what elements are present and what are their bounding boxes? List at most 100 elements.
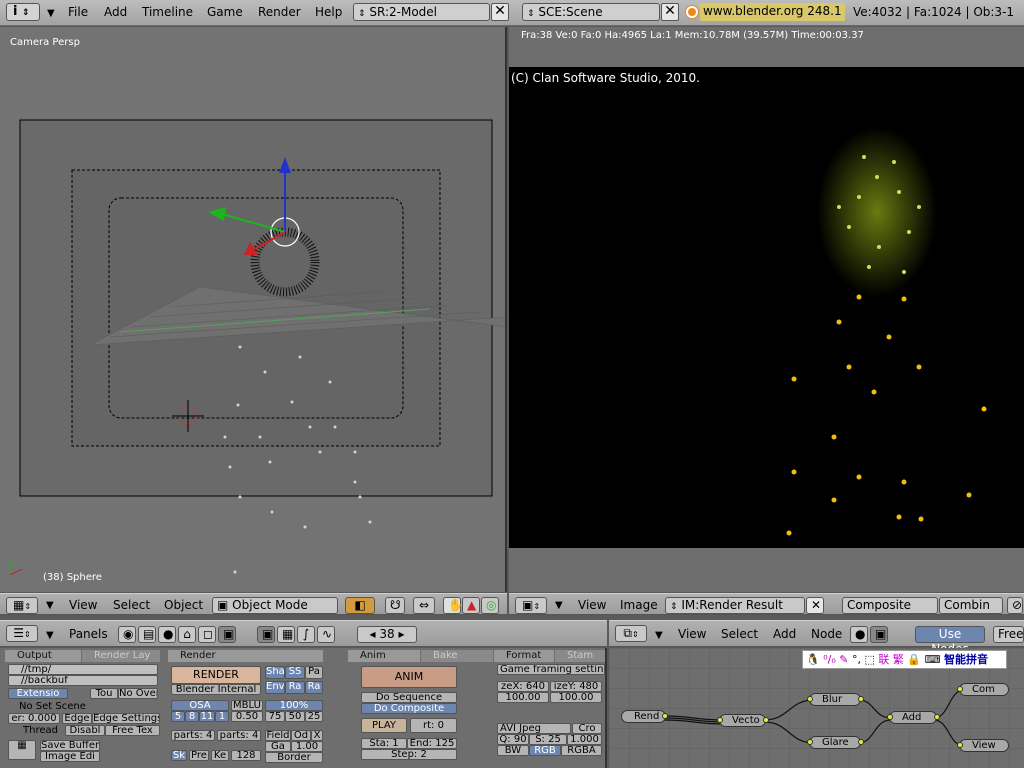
world-sub-icon[interactable]: ∿ (317, 626, 335, 643)
menu-render[interactable]: Render (258, 5, 301, 19)
hand-manipulator-icon[interactable]: ✋ (443, 597, 463, 614)
osa-8[interactable]: 8 (185, 711, 199, 722)
mblur-toggle[interactable]: MBLU (231, 700, 263, 711)
object-context-icon[interactable]: ⌂ (178, 626, 196, 643)
crop-toggle[interactable]: Cro (572, 723, 602, 734)
image-selector[interactable]: ⇕ IM:Render Result (665, 597, 805, 614)
bake-tab[interactable]: Bake (421, 650, 493, 662)
rgb-toggle[interactable]: RGB (529, 745, 561, 756)
socket[interactable] (957, 742, 963, 748)
composite-selector[interactable]: Composite (842, 597, 938, 614)
menu-file[interactable]: File (68, 5, 88, 19)
format-tab[interactable]: Format (494, 650, 554, 662)
socket[interactable] (763, 717, 769, 723)
filter-type[interactable]: Ga (265, 741, 291, 752)
menu-view[interactable]: View (578, 598, 606, 612)
menu-timeline[interactable]: Timeline (142, 5, 193, 19)
shadows-toggle[interactable]: Sha (265, 666, 285, 679)
sound-sub-icon[interactable]: ∫ (297, 626, 315, 643)
translate-manipulator-icon[interactable]: ▲ (462, 597, 480, 614)
menu-help[interactable]: Help (315, 5, 342, 19)
game-framing-button[interactable]: Game framing setting (497, 664, 605, 675)
tile-size-field[interactable]: 128 (231, 750, 261, 761)
shading-context-icon[interactable]: ● (158, 626, 176, 643)
x-toggle[interactable]: X (311, 730, 323, 741)
play-button[interactable]: PLAY (361, 718, 407, 733)
pin-icon[interactable]: ⊘ (1007, 597, 1023, 614)
screen-delete-button[interactable]: ✕ (491, 3, 509, 21)
image-close-button[interactable]: ✕ (806, 597, 824, 614)
socket[interactable] (858, 739, 864, 745)
socket[interactable] (807, 696, 813, 702)
edge-toggle[interactable]: Edge (62, 713, 92, 724)
render-tab[interactable]: Render (168, 650, 323, 662)
no-overwrite-toggle[interactable]: No Over (118, 688, 158, 699)
rt-field[interactable]: rt: 0 (410, 718, 457, 733)
menu-select[interactable]: Select (721, 627, 758, 641)
scene-selector[interactable]: ⇕ SCE:Scene (522, 3, 660, 21)
viewer-node[interactable]: View (959, 739, 1009, 752)
sky-toggle[interactable]: Sk (171, 750, 187, 761)
edge-settings-button[interactable]: Edge Settings (92, 713, 160, 724)
render-layers-node[interactable]: Rend (621, 710, 666, 723)
backbuf-path-field[interactable]: //backbuf (8, 675, 158, 686)
info-window-icon[interactable]: i ⇕ (6, 3, 40, 21)
size-y-field[interactable]: izeY: 480 (550, 681, 602, 692)
stamp-tab[interactable]: Stam (555, 650, 605, 662)
image-editor[interactable]: Fra:38 Ve:0 Fa:0 Ha:4965 La:1 Mem:10.78M… (509, 27, 1024, 592)
end-frame-field[interactable]: End: 125 (407, 738, 457, 749)
fields-toggle[interactable]: Field (265, 730, 291, 741)
socket[interactable] (662, 713, 668, 719)
script-context-icon[interactable]: ▤ (138, 626, 156, 643)
percent-25[interactable]: 25 (305, 711, 323, 722)
combine-selector[interactable]: Combin (939, 597, 1003, 614)
do-sequence-toggle[interactable]: Do Sequence (361, 692, 457, 703)
menu-image[interactable]: Image (620, 598, 658, 612)
editor-type-grid-icon[interactable]: ▦⇕ (6, 597, 38, 614)
render-layers-tab[interactable]: Render Lay (82, 650, 160, 662)
output-path-field[interactable]: //tmp/ (8, 664, 158, 675)
header-collapse-icon[interactable]: ▼ (46, 600, 54, 611)
viewport-scene[interactable] (0, 27, 507, 592)
step-field[interactable]: Step: 2 (361, 749, 457, 760)
mode-selector[interactable]: ▣ Object Mode (212, 597, 338, 614)
snap-icon[interactable]: ⇔ (413, 597, 435, 614)
border-toggle[interactable]: Border (265, 752, 323, 763)
xparts-field[interactable]: parts: 4 (171, 730, 215, 741)
menu-node[interactable]: Node (811, 627, 842, 641)
image-editor-toggle[interactable]: Image Edi (40, 751, 100, 762)
anim-button[interactable]: ANIM (361, 666, 457, 688)
use-nodes-toggle[interactable]: Use Nodes (915, 626, 985, 656)
menu-view[interactable]: View (69, 598, 97, 612)
composite-nodes-icon[interactable]: ▣ (870, 626, 888, 643)
editing-context-icon[interactable]: ◻ (198, 626, 216, 643)
disable-tex-toggle[interactable]: Disabl (65, 725, 105, 736)
dither-grid-icon[interactable]: ▦ (8, 740, 36, 760)
render-button[interactable]: RENDER (171, 666, 261, 684)
header-collapse-icon[interactable]: ▼ (655, 630, 663, 641)
screen-selector[interactable]: ⇕ SR:2-Model (353, 3, 490, 21)
render-engine-selector[interactable]: Blender Internal (171, 684, 261, 695)
yparts-field[interactable]: parts: 4 (217, 730, 261, 741)
editor-type-buttons-icon[interactable]: ☰⇕ (6, 625, 38, 642)
osa-11[interactable]: 11 (199, 711, 215, 722)
logic-context-icon[interactable]: ◉ (118, 626, 136, 643)
output-tab[interactable]: Output (5, 650, 81, 662)
percent-75[interactable]: 75 (265, 711, 285, 722)
pano-toggle[interactable]: Pa (305, 666, 323, 679)
codec-selector[interactable]: AVI Jpeg (497, 723, 571, 734)
socket[interactable] (807, 739, 813, 745)
aspect-y-field[interactable]: 100.00 (550, 692, 602, 703)
premul-toggle[interactable]: Pre (189, 750, 209, 761)
shading-selector-icon[interactable]: ◧ (345, 597, 375, 614)
key-toggle[interactable]: Ke (211, 750, 229, 761)
header-collapse-icon[interactable]: ▼ (555, 600, 563, 611)
render-sub-icon[interactable]: ▣ (257, 626, 275, 643)
mix-add-node[interactable]: Add (889, 711, 937, 724)
sss-toggle[interactable]: SS (285, 666, 305, 679)
anim-tab[interactable]: Anim (348, 650, 420, 662)
collapse-menu-icon[interactable]: ▼ (47, 8, 55, 19)
pivot-selector-icon[interactable]: ☋ (385, 597, 405, 614)
socket[interactable] (858, 696, 864, 702)
scene-delete-button[interactable]: ✕ (661, 3, 679, 21)
